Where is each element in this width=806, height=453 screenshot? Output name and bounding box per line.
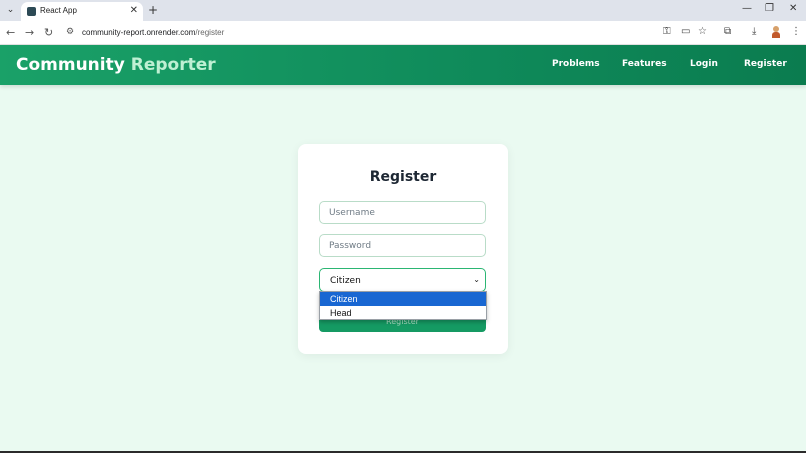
extensions-icon[interactable]: ⧉: [724, 26, 731, 37]
bookmark-star-icon[interactable]: ☆: [698, 26, 707, 37]
profile-avatar-icon[interactable]: [771, 26, 781, 39]
password-key-icon[interactable]: ⚿: [663, 26, 671, 37]
browser-tab-bar: ⌄ React App ✕ + — ❐ ✕: [0, 0, 806, 21]
cast-icon[interactable]: ▭: [681, 26, 690, 37]
browser-tab[interactable]: React App ✕: [21, 2, 143, 21]
nav-link-login[interactable]: Login: [690, 59, 718, 69]
dropdown-option-citizen[interactable]: Citizen: [320, 292, 486, 306]
username-input[interactable]: Username: [319, 201, 486, 224]
url-domain: community-report.onrender.com: [82, 28, 196, 37]
window-close-icon[interactable]: ✕: [789, 3, 797, 14]
nav-link-features[interactable]: Features: [622, 59, 667, 69]
tab-title: React App: [40, 6, 77, 15]
new-tab-button[interactable]: +: [148, 3, 158, 17]
address-bar[interactable]: community-report.onrender.com/register: [82, 28, 224, 37]
browser-toolbar: ← → ↻ ⚙ community-report.onrender.com/re…: [0, 21, 806, 45]
restore-icon[interactable]: ❐: [765, 3, 774, 14]
app-header: Community Reporter Problems Features Log…: [0, 45, 806, 85]
nav-link-problems[interactable]: Problems: [552, 59, 600, 69]
minimize-icon[interactable]: —: [742, 3, 752, 14]
browser-menu-icon[interactable]: ⋮: [791, 26, 801, 37]
react-favicon-icon: [27, 7, 36, 16]
dropdown-option-head[interactable]: Head: [320, 306, 486, 320]
forward-icon[interactable]: →: [25, 26, 34, 39]
brand-main-text: Community: [16, 55, 131, 75]
download-icon[interactable]: ⤓: [752, 26, 756, 37]
url-path: /register: [195, 28, 225, 37]
role-select-value: Citizen: [330, 276, 361, 286]
password-input[interactable]: Password: [319, 234, 486, 257]
back-icon[interactable]: ←: [6, 26, 15, 39]
nav-link-register[interactable]: Register: [744, 59, 787, 69]
register-card: Register Username Password Citizen ⌄ Reg…: [298, 144, 508, 354]
register-title: Register: [369, 169, 437, 185]
tab-close-icon[interactable]: ✕: [130, 5, 138, 16]
chevron-down-icon: ⌄: [473, 275, 480, 284]
brand-logo[interactable]: Community Reporter: [16, 55, 216, 75]
site-info-icon[interactable]: ⚙: [66, 27, 74, 37]
role-select[interactable]: Citizen ⌄: [319, 268, 486, 292]
role-dropdown-list: Citizen Head: [319, 291, 487, 320]
tab-list-chevron-icon[interactable]: ⌄: [4, 4, 17, 17]
reload-icon[interactable]: ↻: [44, 26, 53, 39]
brand-accent-text: Reporter: [130, 55, 216, 75]
